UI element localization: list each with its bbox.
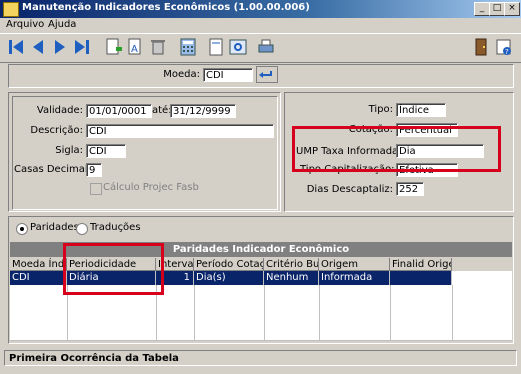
zoom-icon[interactable] [256, 66, 278, 83]
tipo-input[interactable]: Índice [396, 103, 446, 117]
paridades-radio[interactable] [16, 223, 28, 235]
cell-criterio-busca: Nenhum [264, 271, 319, 285]
grid-title: Paridades Indicador Econômico [10, 242, 512, 257]
edit-icon[interactable]: A [126, 37, 146, 57]
col-header-periodicidade[interactable]: Periodicidade [67, 258, 156, 271]
last-icon[interactable] [72, 37, 92, 57]
window-title: Manutenção Indicadores Econômicos (1.00.… [22, 2, 310, 13]
prev-icon[interactable] [28, 37, 48, 57]
col-header-finalid-origem[interactable]: Finalid Origem [390, 258, 452, 271]
ate-label: até: [152, 105, 172, 116]
col-divider [67, 285, 68, 340]
col-header-intervalo[interactable]: Intervalo [156, 258, 194, 271]
svg-text:?: ? [505, 48, 509, 56]
cell-moeda-indice: CDI [10, 271, 67, 285]
document-icon[interactable] [206, 37, 226, 57]
dias-descaptaliz-label: Dias Descaptaliz: [306, 184, 393, 195]
casas-decimais-label: Casas Decimais: [14, 164, 97, 175]
main-window: Manutenção Indicadores Econômicos (1.00.… [0, 0, 521, 374]
toolbar: A ? [0, 33, 521, 63]
traducoes-radio[interactable] [76, 223, 88, 235]
cell-intervalo: 1 [156, 271, 194, 285]
sigla-input[interactable]: CDI [86, 144, 126, 158]
print-icon[interactable] [256, 37, 276, 57]
calculo-projec-label: Cálculo Projec Fasb [103, 182, 199, 193]
col-divider [452, 285, 453, 340]
row-filler [452, 271, 512, 285]
svg-text:A: A [131, 44, 138, 55]
moeda-label: Moeda: [163, 69, 200, 80]
sigla-label: Sigla: [55, 145, 83, 156]
new-record-icon[interactable] [104, 37, 124, 57]
col-divider [264, 285, 265, 340]
exit-icon[interactable] [472, 37, 492, 57]
tipo-label: Tipo: [368, 104, 393, 115]
cell-origem: Informada [319, 271, 390, 285]
menu-arquivo[interactable]: Arquivo [6, 19, 44, 30]
delete-icon[interactable] [148, 37, 168, 57]
col-header-origem[interactable]: Origem [319, 258, 390, 271]
descricao-label: Descrição: [30, 125, 83, 136]
close-button[interactable]: × [504, 2, 520, 16]
traducoes-radio-label: Traduções [90, 222, 141, 233]
validade-label: Validade: [36, 105, 83, 116]
menu-bar: Arquivo Ajuda [0, 18, 521, 33]
descricao-input[interactable]: CDI [86, 124, 274, 138]
validade-to-input[interactable]: 31/12/9999 [170, 104, 236, 118]
empty-row [10, 285, 512, 300]
maximize-button[interactable]: □ [489, 2, 505, 16]
first-icon[interactable] [6, 37, 26, 57]
tipo-capitalizacao-label: Tipo Capitalização: [300, 164, 395, 175]
empty-row [10, 299, 512, 314]
cell-finalid-origem [390, 271, 452, 285]
help-icon[interactable]: ? [494, 37, 514, 57]
paridades-radio-label: Paridades [30, 222, 79, 233]
dias-descaptaliz-input[interactable]: 252 [396, 182, 424, 196]
ump-taxa-input[interactable]: Dia [396, 144, 484, 158]
title-bar: Manutenção Indicadores Econômicos (1.00.… [0, 0, 521, 18]
col-divider [194, 285, 195, 340]
col-header-filler [452, 258, 512, 272]
col-header-moeda-indice[interactable]: Moeda Índice [10, 258, 67, 271]
moeda-input[interactable]: CDI [203, 68, 253, 82]
casas-decimais-input[interactable]: 9 [86, 163, 102, 177]
calculator-icon[interactable] [178, 37, 198, 57]
app-icon [3, 2, 19, 17]
cell-periodo-cotacao: Dia(s) [194, 271, 264, 285]
cotacao-input[interactable]: Percentual [396, 123, 458, 137]
calculo-projec-checkbox[interactable] [90, 183, 102, 195]
cell-periodicidade: Diária [67, 271, 156, 285]
print-preview-icon[interactable] [228, 37, 248, 57]
validade-from-input[interactable]: 01/01/0001 [86, 104, 152, 118]
minimize-button[interactable]: _ [474, 2, 490, 16]
tipo-capitalizacao-input[interactable]: Efetiva [396, 163, 458, 177]
col-header-criterio-busca[interactable]: Critério Busca [264, 258, 319, 271]
col-divider [390, 285, 391, 340]
status-bar: Primeira Ocorrência da Tabela [4, 350, 517, 366]
empty-row [10, 313, 512, 328]
menu-ajuda[interactable]: Ajuda [48, 19, 76, 30]
empty-row [10, 327, 512, 341]
col-header-periodo-cotacao[interactable]: Período Cotação [194, 258, 264, 271]
next-icon[interactable] [50, 37, 70, 57]
col-divider [156, 285, 157, 340]
ump-taxa-label: UMP Taxa Informada: [296, 146, 402, 157]
cotacao-label: Cotação: [348, 124, 393, 135]
col-divider [319, 285, 320, 340]
